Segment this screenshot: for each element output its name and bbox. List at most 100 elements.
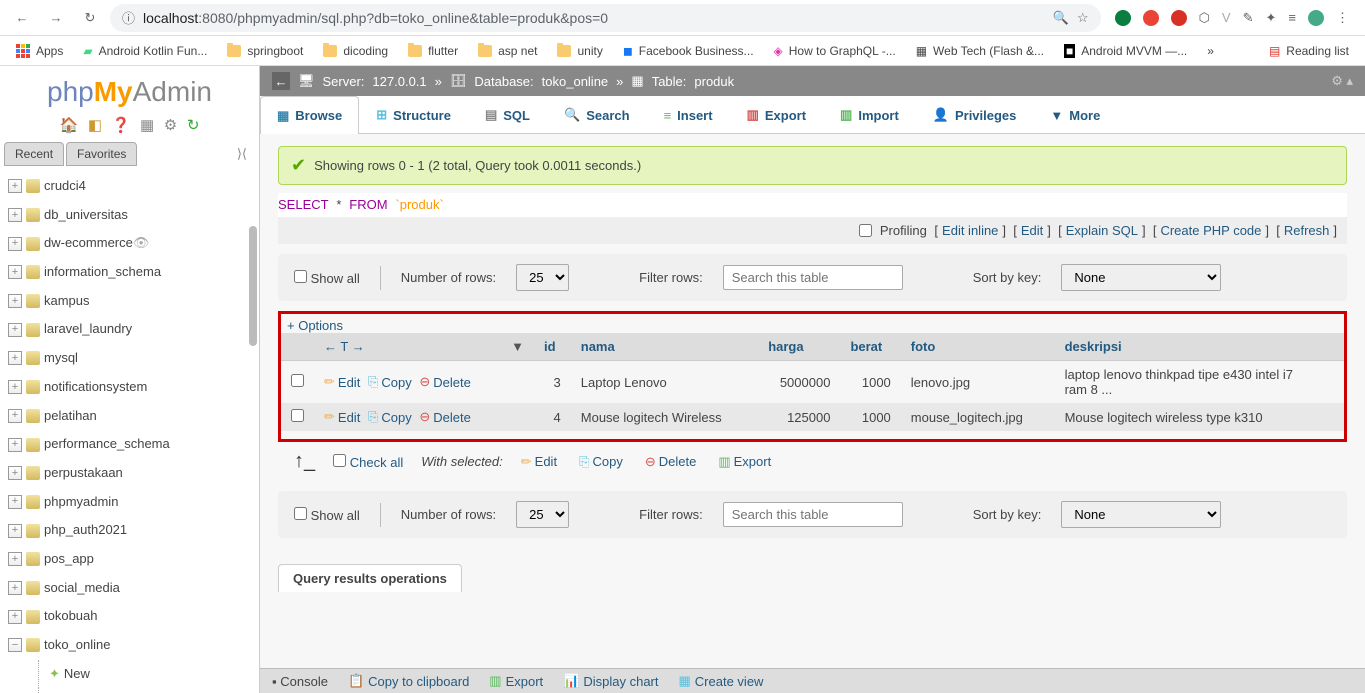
cell-id[interactable]: 4: [534, 403, 571, 431]
sql-icon[interactable]: ▦: [140, 117, 154, 134]
home-icon[interactable]: 🏠: [60, 117, 79, 134]
export-link[interactable]: ▥ Export: [489, 673, 543, 689]
tree-db-item[interactable]: +crudci4: [4, 172, 255, 201]
edit-row-button[interactable]: ✏Edit: [324, 374, 360, 390]
tab-search[interactable]: 🔍Search: [547, 96, 647, 133]
tree-db-item[interactable]: +pos_app: [4, 545, 255, 574]
edit-inline-link[interactable]: Edit inline: [942, 223, 998, 238]
bookmark-item[interactable]: unity: [549, 40, 610, 62]
ext-icon[interactable]: ⬡: [1199, 10, 1210, 26]
url-bar[interactable]: ⓘ localhost:8080/phpmyadmin/sql.php?db=t…: [110, 4, 1101, 32]
dropdown-icon[interactable]: ▼: [511, 339, 524, 354]
cell-nama[interactable]: Mouse logitech Wireless: [571, 403, 758, 431]
ext-icon[interactable]: V: [1222, 10, 1231, 25]
copy-row-button[interactable]: ⎘Copy: [368, 409, 412, 425]
recent-tab[interactable]: Recent: [4, 142, 64, 166]
bulk-export-button[interactable]: ▥Export: [718, 454, 771, 470]
delete-row-button[interactable]: ⊖Delete: [419, 374, 470, 390]
col-foto[interactable]: foto: [911, 339, 936, 354]
create-view-link[interactable]: ▦ Create view: [679, 673, 764, 689]
check-all-control[interactable]: Check all: [333, 454, 403, 470]
favorites-tab[interactable]: Favorites: [66, 142, 137, 166]
row-checkbox[interactable]: [291, 409, 304, 422]
create-php-link[interactable]: Create PHP code: [1160, 223, 1261, 238]
back-button[interactable]: ←: [8, 4, 36, 32]
bookmark-item[interactable]: ■Android MVVM —...: [1056, 40, 1195, 62]
copy-clipboard-link[interactable]: 📋 Copy to clipboard: [348, 673, 469, 689]
tab-insert[interactable]: ≡Insert: [647, 96, 730, 133]
console-toggle[interactable]: ▪ Console: [272, 674, 328, 689]
cell-deskripsi[interactable]: Mouse logitech wireless type k310: [1055, 403, 1344, 431]
cell-nama[interactable]: Laptop Lenovo: [571, 361, 758, 404]
sort-select[interactable]: None: [1061, 264, 1221, 291]
bulk-delete-button[interactable]: ⊖Delete: [645, 454, 696, 470]
cell-deskripsi[interactable]: laptop lenovo thinkpad tipe e430 intel i…: [1055, 361, 1344, 404]
docs-icon[interactable]: ❓: [112, 117, 131, 134]
forward-button[interactable]: →: [42, 4, 70, 32]
tab-more[interactable]: ▼More: [1033, 96, 1117, 133]
tab-export[interactable]: ▥Export: [730, 96, 823, 133]
options-toggle[interactable]: + Options: [281, 318, 1344, 333]
tab-import[interactable]: ▥Import: [823, 96, 916, 133]
tree-db-item[interactable]: +phpmyadmin: [4, 488, 255, 517]
display-chart-link[interactable]: 📊 Display chart: [563, 673, 658, 689]
col-harga[interactable]: harga: [768, 339, 803, 354]
num-rows-select[interactable]: 25: [516, 264, 569, 291]
bookmark-item[interactable]: ◈How to GraphQL -...: [766, 40, 904, 62]
bookmark-item[interactable]: ▰Android Kotlin Fun...: [75, 40, 215, 62]
refresh-link[interactable]: Refresh: [1284, 223, 1330, 238]
tree-db-item[interactable]: +mysql: [4, 344, 255, 373]
cell-harga[interactable]: 5000000: [758, 361, 840, 404]
tree-table-item[interactable]: +▦admin: [38, 688, 255, 693]
bookmark-item[interactable]: ◼Facebook Business...: [615, 40, 762, 62]
scrollbar[interactable]: [249, 226, 257, 346]
col-nama[interactable]: nama: [581, 339, 615, 354]
col-deskripsi[interactable]: deskripsi: [1065, 339, 1122, 354]
tree-db-item[interactable]: +performance_schema: [4, 430, 255, 459]
tree-new-item[interactable]: ✦New: [38, 660, 255, 689]
ext-icon[interactable]: ✎: [1243, 10, 1254, 26]
tab-sql[interactable]: ▤SQL: [468, 96, 547, 133]
tree-db-item[interactable]: +pelatihan: [4, 402, 255, 431]
check-all-checkbox[interactable]: [333, 454, 346, 467]
filter-input[interactable]: [723, 265, 903, 290]
ext-icon[interactable]: [1143, 10, 1159, 26]
cell-foto[interactable]: lenovo.jpg: [901, 361, 1055, 404]
playlist-icon[interactable]: ≡: [1288, 10, 1296, 25]
reading-list-button[interactable]: ▤Reading list: [1261, 40, 1357, 62]
show-all-control[interactable]: Show all: [294, 270, 360, 286]
sort-controls[interactable]: ← T →: [324, 339, 365, 354]
filter-input[interactable]: [723, 502, 903, 527]
bookmark-item[interactable]: dicoding: [315, 40, 396, 62]
tree-db-item[interactable]: +kampus: [4, 287, 255, 316]
star-icon[interactable]: ☆: [1077, 10, 1089, 26]
tree-db-item[interactable]: +notificationsystem: [4, 373, 255, 402]
cell-foto[interactable]: mouse_logitech.jpg: [901, 403, 1055, 431]
tree-db-item[interactable]: +dw-ecommerce 👁: [4, 229, 255, 258]
tree-db-item[interactable]: +perpustakaan: [4, 459, 255, 488]
reload-button[interactable]: ↻: [76, 4, 104, 32]
col-berat[interactable]: berat: [850, 339, 882, 354]
explain-sql-link[interactable]: Explain SQL: [1066, 223, 1138, 238]
bulk-edit-button[interactable]: ✏Edit: [521, 454, 557, 470]
tree-db-item[interactable]: +tokobuah: [4, 602, 255, 631]
tree-db-item[interactable]: +db_universitas: [4, 201, 255, 230]
tree-db-item[interactable]: +php_auth2021: [4, 516, 255, 545]
avatar-icon[interactable]: [1308, 10, 1324, 26]
col-id[interactable]: id: [544, 339, 556, 354]
settings-icon[interactable]: ⚙: [164, 117, 177, 134]
cell-id[interactable]: 3: [534, 361, 571, 404]
extensions-icon[interactable]: ✦: [1266, 10, 1277, 26]
bookmark-item[interactable]: springboot: [219, 40, 311, 62]
logout-icon[interactable]: ◧: [88, 117, 102, 134]
page-settings-icon[interactable]: ⚙ ▴: [1331, 73, 1353, 89]
bookmark-item[interactable]: asp net: [470, 40, 545, 62]
show-all-checkbox[interactable]: [294, 270, 307, 283]
edit-row-button[interactable]: ✏Edit: [324, 409, 360, 425]
show-all-checkbox[interactable]: [294, 507, 307, 520]
profiling-checkbox[interactable]: [859, 224, 872, 237]
tab-structure[interactable]: ⊞Structure: [359, 96, 468, 133]
tab-browse[interactable]: ▦Browse: [260, 96, 359, 134]
num-rows-select[interactable]: 25: [516, 501, 569, 528]
show-all-control[interactable]: Show all: [294, 507, 360, 523]
